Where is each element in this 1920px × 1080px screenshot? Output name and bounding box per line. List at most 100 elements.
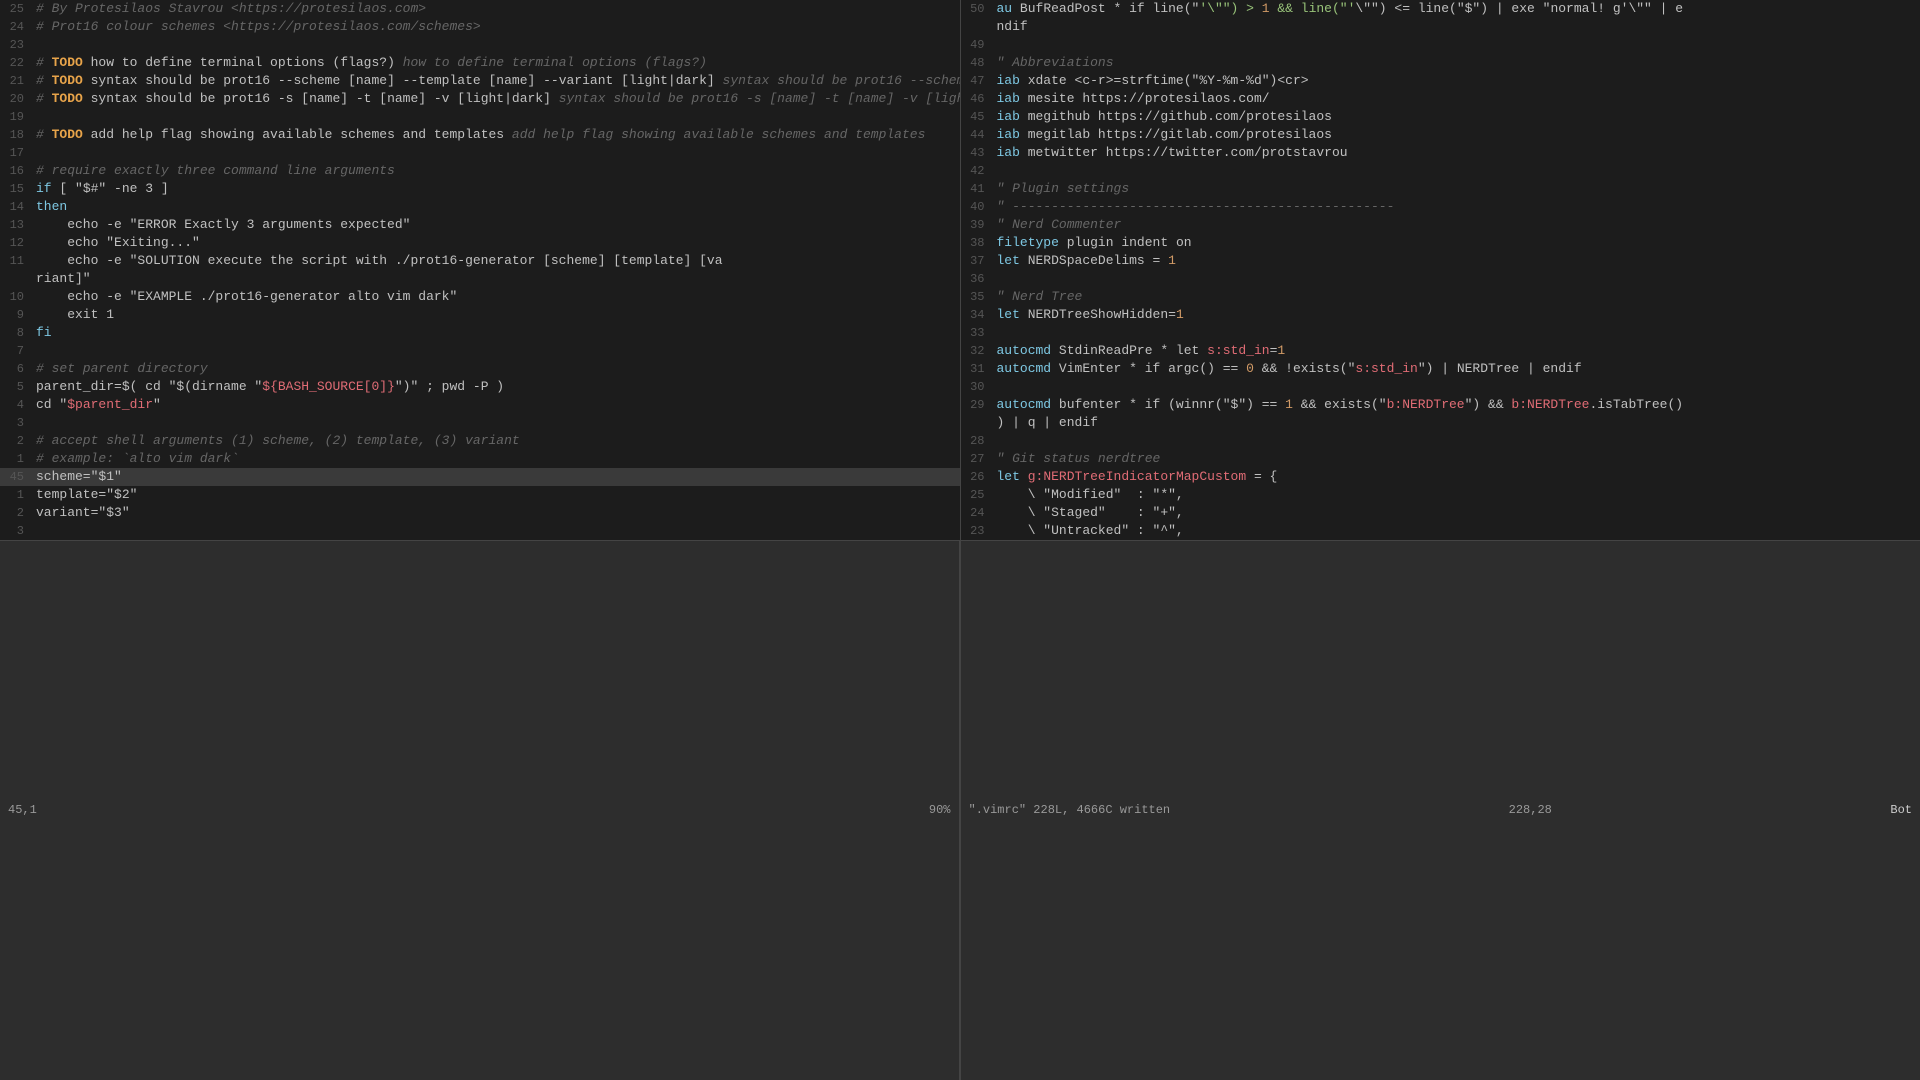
- bot-label: Bot: [1890, 803, 1912, 817]
- code-line: 39" Nerd Commenter: [961, 216, 1920, 234]
- line-content: # TODO syntax should be prot16 -s [name]…: [32, 90, 960, 108]
- line-number: 1: [0, 450, 32, 468]
- code-line: 10 echo -e "EXAMPLE ./prot16-generator a…: [0, 288, 960, 306]
- line-content: # set parent directory: [32, 360, 960, 378]
- line-content: # TODO how to define terminal options (f…: [32, 54, 960, 72]
- line-content: autocmd StdinReadPre * let s:std_in=1: [993, 342, 1920, 360]
- line-content: autocmd bufenter * if (winnr("$") == 1 &…: [993, 396, 1920, 414]
- code-line: 15if [ "$#" -ne 3 ]: [0, 180, 960, 198]
- line-number: 21: [0, 72, 32, 90]
- code-line: 38filetype plugin indent on: [961, 234, 1920, 252]
- line-content: \ "Modified" : "*",: [993, 486, 1920, 504]
- code-line: 9 exit 1: [0, 306, 960, 324]
- line-number: 19: [0, 108, 32, 126]
- line-content: " Nerd Tree: [993, 288, 1920, 306]
- line-content: # TODO syntax should be prot16 --scheme …: [32, 72, 960, 90]
- right-pane: 50au BufReadPost * if line("'\"") > 1 &&…: [961, 0, 1920, 1080]
- line-number: 45: [0, 468, 32, 486]
- code-line: 24# Prot16 colour schemes <https://prote…: [0, 18, 960, 36]
- code-line: 21# TODO syntax should be prot16 --schem…: [0, 72, 960, 90]
- line-number: 36: [961, 270, 993, 288]
- code-line: 34let NERDTreeShowHidden=1: [961, 306, 1920, 324]
- line-number: 2: [0, 504, 32, 522]
- line-number: 5: [0, 378, 32, 396]
- line-content: " Git status nerdtree: [993, 450, 1920, 468]
- line-number: 45: [961, 108, 993, 126]
- line-number: 17: [0, 144, 32, 162]
- right-code-area[interactable]: 50au BufReadPost * if line("'\"") > 1 &&…: [961, 0, 1920, 540]
- line-content: iab mesite https://protesilaos.com/: [993, 90, 1920, 108]
- code-line: 50au BufReadPost * if line("'\"") > 1 &&…: [961, 0, 1920, 18]
- right-file-status: ".vimrc" 228L, 4666C written: [969, 803, 1171, 817]
- line-content: echo -e "EXAMPLE ./prot16-generator alto…: [32, 288, 960, 306]
- code-line: 40" ------------------------------------…: [961, 198, 1920, 216]
- line-content: # accept shell arguments (1) scheme, (2)…: [32, 432, 960, 450]
- line-number: 43: [961, 144, 993, 162]
- line-number: 41: [961, 180, 993, 198]
- code-line: 14then: [0, 198, 960, 216]
- line-number: 23: [961, 522, 993, 540]
- line-content: template="$2": [32, 486, 960, 504]
- line-content: scheme="$1": [32, 468, 960, 486]
- line-number: 20: [0, 90, 32, 108]
- line-number: 1: [0, 486, 32, 504]
- code-line: 45scheme="$1": [0, 468, 960, 486]
- code-line: 6# set parent directory: [0, 360, 960, 378]
- line-content: # Prot16 colour schemes <https://protesi…: [32, 18, 960, 36]
- code-line: 49: [961, 36, 1920, 54]
- line-number: 2: [0, 432, 32, 450]
- line-number: 42: [961, 162, 993, 180]
- left-code-area[interactable]: 25# By Protesilaos Stavrou <https://prot…: [0, 0, 960, 540]
- code-line: 25 \ "Modified" : "*",: [961, 486, 1920, 504]
- line-number: 6: [0, 360, 32, 378]
- code-line: riant]": [0, 270, 960, 288]
- line-content: cd "$parent_dir": [32, 396, 960, 414]
- line-content: echo -e "ERROR Exactly 3 arguments expec…: [32, 216, 960, 234]
- code-line: 19: [0, 108, 960, 126]
- code-line: ndif: [961, 18, 1920, 36]
- line-number: 16: [0, 162, 32, 180]
- line-content: let NERDSpaceDelims = 1: [993, 252, 1920, 270]
- line-content: riant]": [32, 270, 960, 288]
- line-content: variant="$3": [32, 504, 960, 522]
- line-content: autocmd VimEnter * if argc() == 0 && !ex…: [993, 360, 1920, 378]
- line-number: 33: [961, 324, 993, 342]
- line-number: 4: [0, 396, 32, 414]
- line-number: 23: [0, 36, 32, 54]
- code-line: 8fi: [0, 324, 960, 342]
- line-content: exit 1: [32, 306, 960, 324]
- code-line: 18# TODO add help flag showing available…: [0, 126, 960, 144]
- code-line: 11 echo -e "SOLUTION execute the script …: [0, 252, 960, 270]
- line-content: \ "Untracked" : "^",: [993, 522, 1920, 540]
- code-line: 1template="$2": [0, 486, 960, 504]
- line-number: 47: [961, 72, 993, 90]
- line-number: 46: [961, 90, 993, 108]
- code-line: 5parent_dir=$( cd "$(dirname "${BASH_SOU…: [0, 378, 960, 396]
- code-line: 29autocmd bufenter * if (winnr("$") == 1…: [961, 396, 1920, 414]
- code-line: 36: [961, 270, 1920, 288]
- line-content: " --------------------------------------…: [993, 198, 1920, 216]
- right-status-bar: ".vimrc" 228L, 4666C written 228,28 Bot: [961, 540, 1920, 1080]
- code-line: 44iab megitlab https://gitlab.com/protes…: [961, 126, 1920, 144]
- line-number: 22: [0, 54, 32, 72]
- code-line: 23 \ "Untracked" : "^",: [961, 522, 1920, 540]
- line-number: 38: [961, 234, 993, 252]
- code-line: ) | q | endif: [961, 414, 1920, 432]
- line-content: # By Protesilaos Stavrou <https://protes…: [32, 0, 960, 18]
- line-content: filetype plugin indent on: [993, 234, 1920, 252]
- line-number: 31: [961, 360, 993, 378]
- code-line: 37let NERDSpaceDelims = 1: [961, 252, 1920, 270]
- line-content: iab metwitter https://twitter.com/protst…: [993, 144, 1920, 162]
- code-line: 25# By Protesilaos Stavrou <https://prot…: [0, 0, 960, 18]
- code-line: 28: [961, 432, 1920, 450]
- code-line: 43iab metwitter https://twitter.com/prot…: [961, 144, 1920, 162]
- line-number: 32: [961, 342, 993, 360]
- line-number: 29: [961, 396, 993, 414]
- line-number: 35: [961, 288, 993, 306]
- line-number: 8: [0, 324, 32, 342]
- line-number: 25: [0, 0, 32, 18]
- code-line: 12 echo "Exiting...": [0, 234, 960, 252]
- line-number: 49: [961, 36, 993, 54]
- line-content: # example: `alto vim dark`: [32, 450, 960, 468]
- line-content: " Plugin settings: [993, 180, 1920, 198]
